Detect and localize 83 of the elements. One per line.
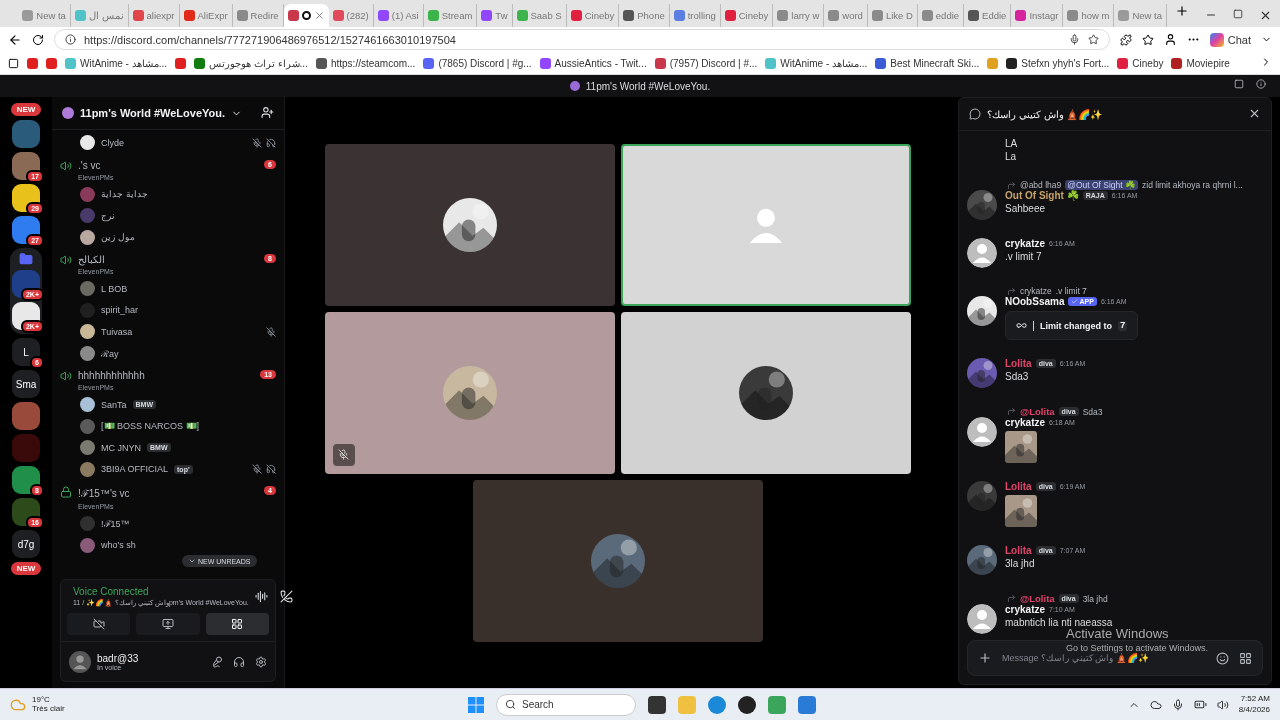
member-name: spirit_har: [101, 305, 138, 316]
message-text: .v limit 7: [1005, 251, 1043, 262]
copilot-button[interactable]: Chat: [1209, 32, 1251, 47]
reply-author[interactable]: crykatze: [1020, 286, 1052, 296]
member-name: [💵 BOSS NARCOS 💵]: [101, 421, 200, 432]
reply-author[interactable]: @abd lha9: [1020, 180, 1062, 190]
message-text: 3la jhd: [1005, 558, 1036, 569]
bookmark[interactable]: Moviepire: [1171, 57, 1230, 69]
user-name: badr@33: [97, 652, 139, 664]
voice-member[interactable]: L BOB: [60, 278, 276, 300]
channel-name: hhhhhhhhhhhh: [78, 370, 145, 381]
reply-text: Sda3: [1082, 406, 1103, 417]
voice-member[interactable]: !ℱ15™: [60, 513, 276, 535]
new-label: NEW: [10, 103, 42, 116]
message-text: La: [1005, 151, 1017, 162]
author-name[interactable]: Lolita: [1005, 481, 1032, 492]
member-name: SanTa: [101, 399, 127, 410]
server-name[interactable]: 11pm's World #WeLoveYou.: [80, 107, 226, 119]
voice-status: Voice Connected: [73, 586, 150, 597]
bookmark[interactable]: AussieAntics - Twit...: [539, 57, 647, 69]
voice-member[interactable]: جداية جداية: [60, 183, 276, 205]
author-name[interactable]: crykatze: [1005, 238, 1046, 249]
voice-member[interactable]: who's sh: [60, 534, 276, 556]
voice-member[interactable]: نرج: [60, 205, 276, 227]
embed-text: Limit changed to: [1040, 320, 1112, 331]
temperature: 19°C: [32, 695, 51, 705]
voice-member[interactable]: Tuivasa: [60, 321, 276, 343]
clock-date: 8/4/2026: [1238, 704, 1270, 715]
bookmark[interactable]: WitAnime - مشاهد...: [65, 57, 167, 69]
member-name: Clyde: [101, 137, 124, 148]
new-label: NEW: [10, 562, 42, 575]
voice-member[interactable]: ℛay: [60, 342, 276, 364]
message-text: LA: [1005, 138, 1018, 149]
member-name: جداية جداية: [101, 189, 148, 200]
reply-text: zid limit akhoya ra qhrni l...: [1142, 180, 1243, 190]
voice-member[interactable]: [💵 BOSS NARCOS 💵]: [60, 415, 276, 437]
member-name: مول زين: [101, 232, 135, 243]
bookmark[interactable]: Best Minecraft Ski...: [875, 57, 980, 69]
voice-member[interactable]: spirit_har: [60, 299, 276, 321]
author-name[interactable]: Lolita: [1005, 545, 1032, 556]
bookmark[interactable]: (7957) Discord | #...: [654, 57, 758, 69]
reply-text: .v limit 7: [1055, 286, 1087, 296]
message-text: Sahbeee: [1005, 203, 1047, 214]
member-name: نرج: [101, 210, 115, 221]
reply-author[interactable]: @Lolita: [1020, 406, 1055, 417]
member-name: Tuivasa: [101, 326, 133, 337]
activation-text: Go to Settings to activate Windows.: [1066, 643, 1209, 653]
member-name: L BOB: [101, 283, 128, 294]
weather-text: Très clair: [32, 704, 65, 714]
server-icon[interactable]: Sma: [12, 370, 40, 398]
bookmark[interactable]: شراء تراث هوجورتس...: [194, 57, 308, 69]
bookmark[interactable]: (7865) Discord | #g...: [423, 57, 532, 69]
member-name: 3BI9A OFFICIAL: [101, 464, 169, 475]
member-name: !ℱ15™: [101, 518, 130, 531]
search-field[interactable]: Search: [496, 693, 636, 716]
bookmark[interactable]: Cineby: [1117, 57, 1164, 69]
member-name: who's sh: [101, 540, 136, 551]
member-name: MC JNYN: [101, 442, 141, 453]
channel-name: .'s vc: [78, 159, 102, 171]
channel-name: الكبالح: [78, 254, 106, 265]
server-icon[interactable]: d7g: [12, 530, 40, 558]
clock-time: 7:52 AM: [1239, 694, 1270, 705]
window-title: 11pm's World #WeLoveYou.: [585, 80, 711, 92]
author-name[interactable]: Lolita: [1005, 358, 1032, 369]
voice-member[interactable]: مول زين: [60, 226, 276, 248]
channel-name: !ℱ15™'s vc: [78, 487, 130, 500]
activation-title: Activate Windows: [1066, 626, 1170, 641]
author-name[interactable]: NOobSsama: [1005, 296, 1065, 307]
message-text: mabntich lia nti naeassa: [1005, 617, 1113, 628]
member-name: ℛay: [101, 347, 119, 360]
author-name[interactable]: crykatze: [1005, 417, 1046, 428]
bookmark[interactable]: https://steamcom...: [315, 57, 416, 69]
mention[interactable]: @Out Of Sight ☘: [1065, 180, 1138, 190]
message-text: Sda3: [1005, 371, 1030, 382]
reply-author[interactable]: @Lolita: [1020, 593, 1055, 604]
chat-title: واش كتيني راسك؟ 🛕🌈✨: [987, 108, 1103, 120]
bookmark[interactable]: WitAnime - مشاهد...: [765, 57, 868, 69]
voice-member[interactable]: Clyde: [60, 132, 276, 154]
bookmark[interactable]: Stefxn yhyh's Fort...: [1006, 57, 1110, 69]
reply-text: 3la jhd: [1082, 593, 1108, 604]
author-name[interactable]: crykatze: [1005, 604, 1046, 615]
embed-value: 7: [1118, 320, 1128, 331]
author-name[interactable]: Out Of Sight ☘: [1005, 190, 1079, 201]
